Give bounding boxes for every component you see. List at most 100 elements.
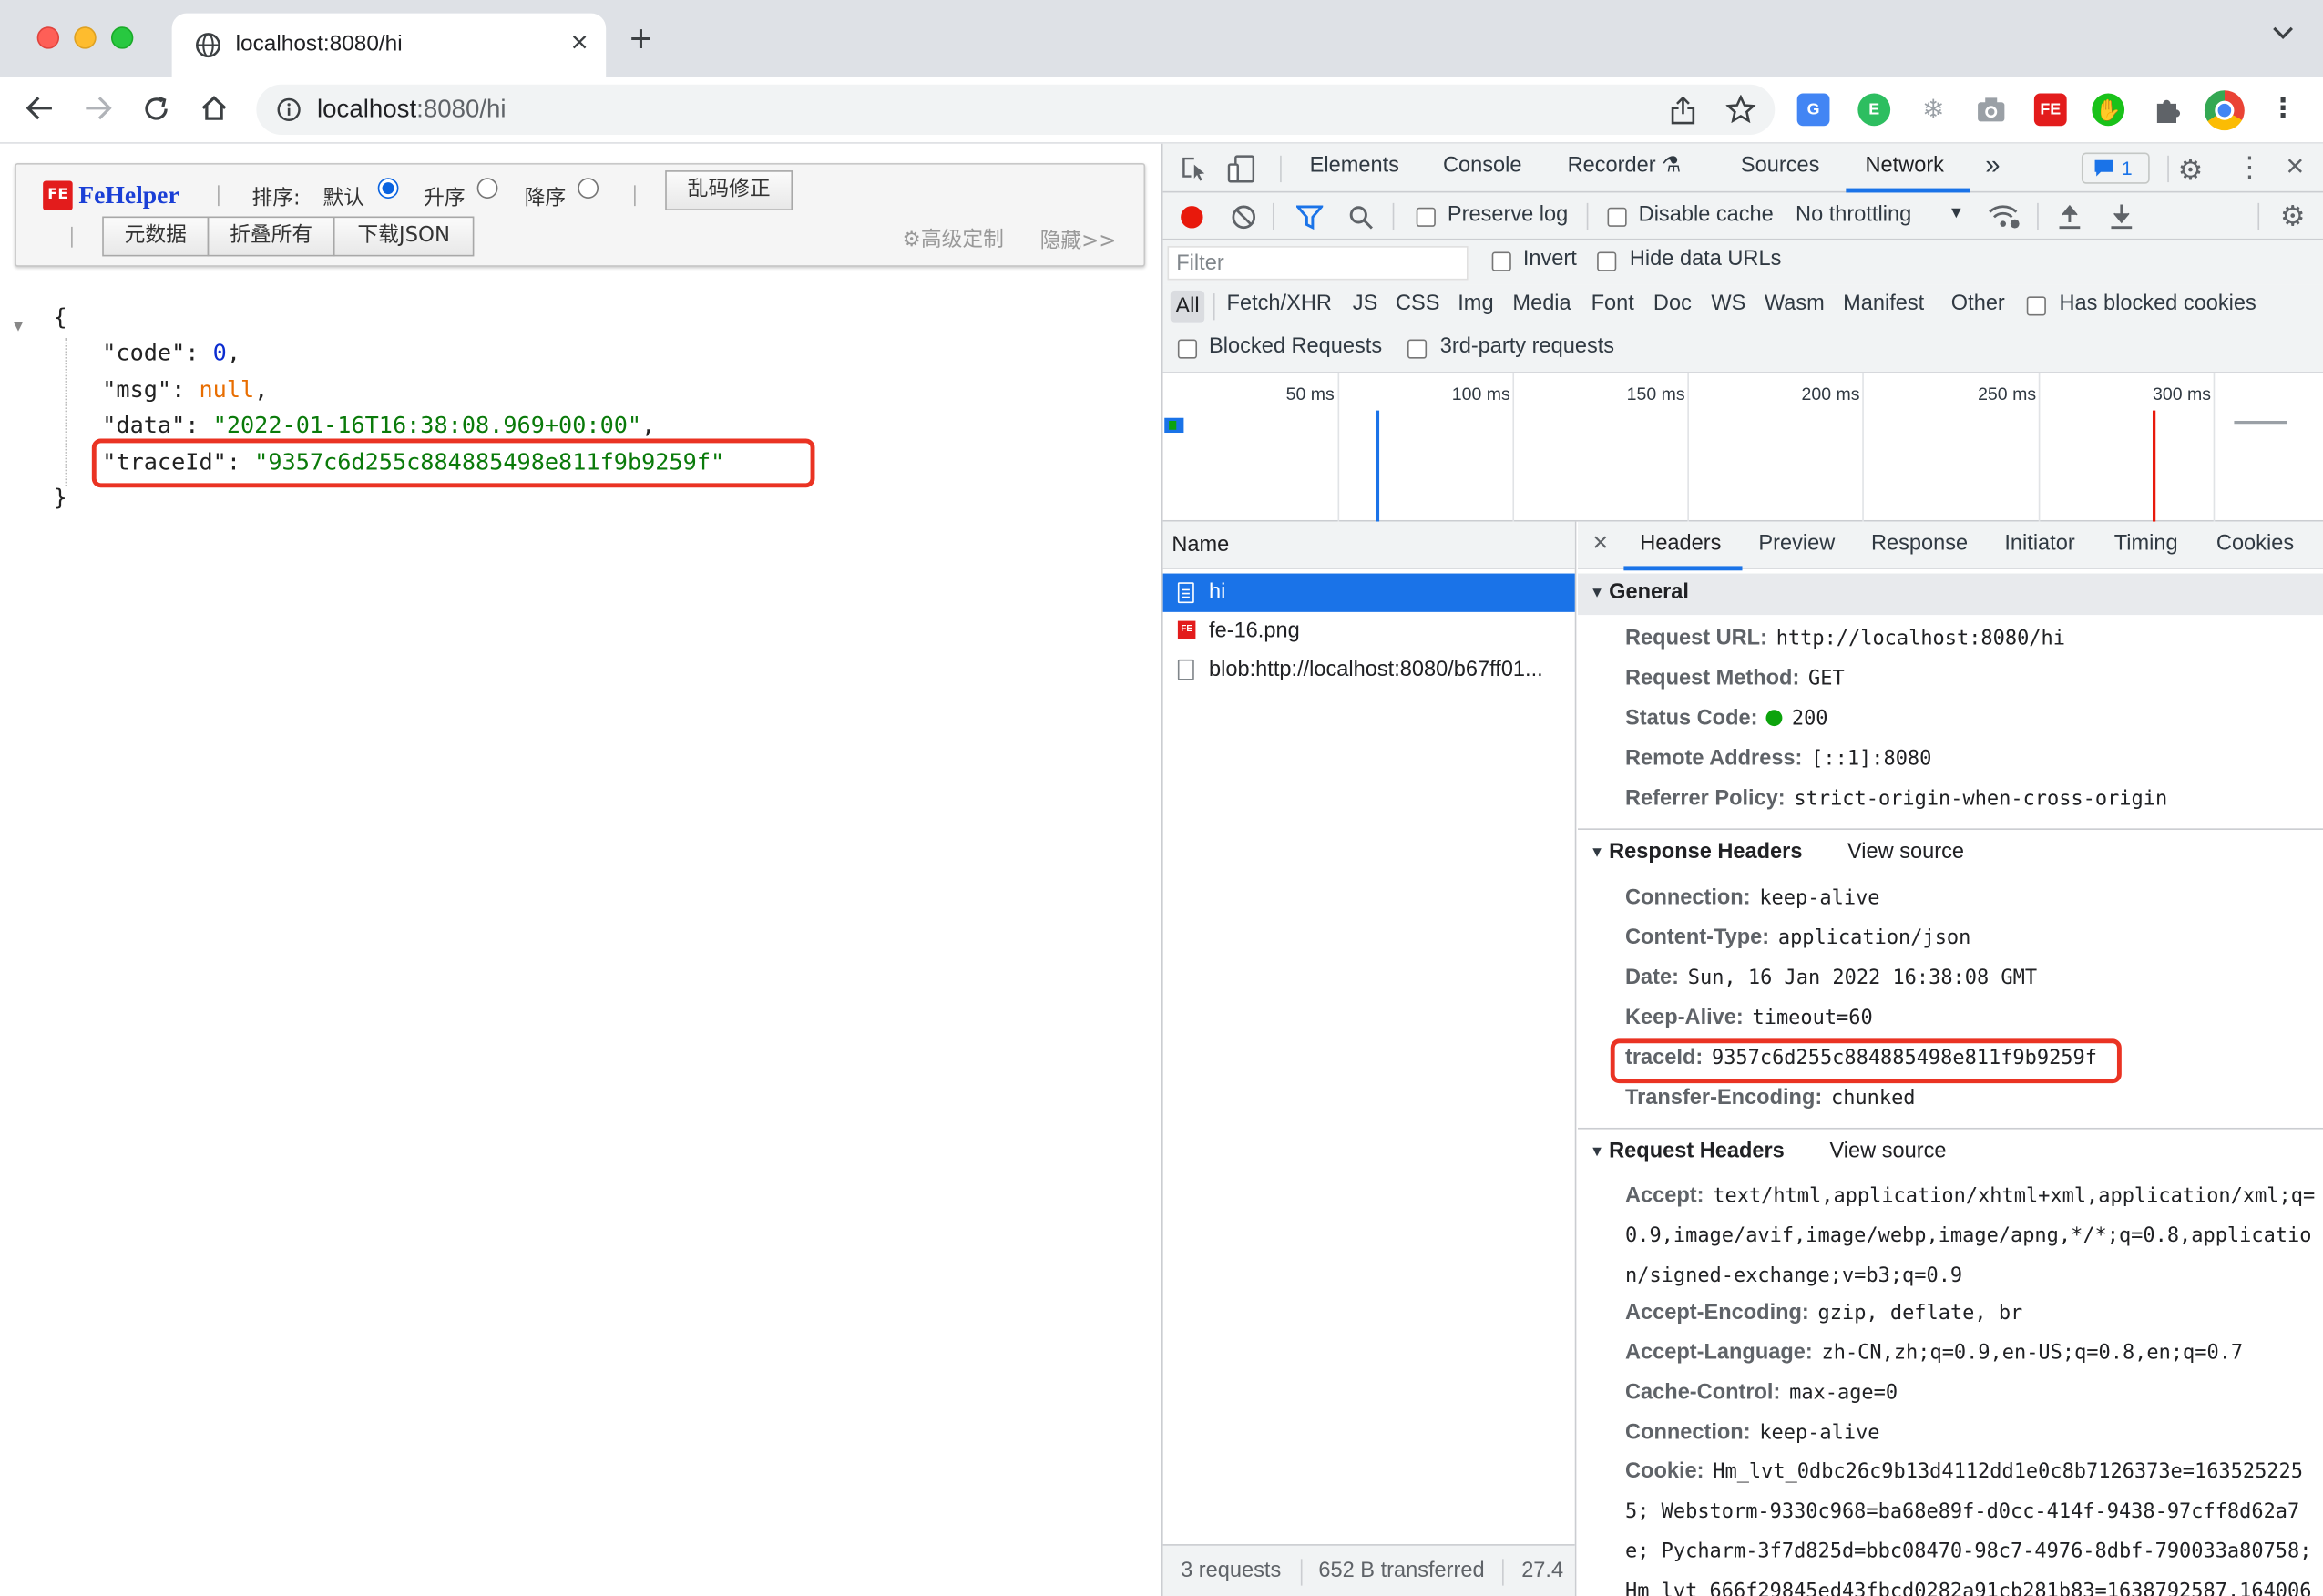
new-tab-icon[interactable]: +: [629, 19, 652, 57]
tab-console[interactable]: Console: [1443, 154, 1522, 178]
zoom-window-button[interactable]: [110, 26, 134, 49]
general-status-code: Status Code: 200: [1625, 706, 1828, 731]
type-filter-all[interactable]: All: [1170, 290, 1205, 323]
puzzle-icon[interactable]: [2151, 93, 2184, 126]
more-tabs-icon[interactable]: »: [1985, 149, 2000, 180]
fehelper-icon[interactable]: FE: [2033, 93, 2067, 127]
disable-cache-checkbox[interactable]: [1607, 207, 1627, 227]
type-filter-media[interactable]: Media: [1512, 292, 1571, 315]
info-icon[interactable]: [277, 97, 301, 121]
clear-icon[interactable]: [1231, 204, 1256, 230]
blocked-requests-checkbox[interactable]: [1177, 339, 1198, 359]
tab-recorder[interactable]: Recorder ⚗: [1568, 154, 1682, 178]
fix-encoding-button[interactable]: 乱码修正: [665, 170, 793, 210]
green-ext-icon[interactable]: ✋: [2092, 93, 2125, 127]
network-settings-gear-icon[interactable]: ⚙: [2280, 200, 2306, 234]
response-view-source-link[interactable]: View source: [1847, 840, 1964, 864]
tab-headers[interactable]: Headers: [1640, 532, 1721, 556]
response-headers-section-header[interactable]: ▼ Response Headers View source: [1578, 833, 2323, 875]
type-filter-font[interactable]: Font: [1591, 292, 1634, 315]
snowflake-icon[interactable]: ❄: [1917, 93, 1950, 127]
tab-initiator[interactable]: Initiator: [2004, 532, 2074, 556]
general-referrer-policy: Referrer Policy: strict-origin-when-cross…: [1625, 786, 2168, 811]
tab-timing[interactable]: Timing: [2114, 532, 2178, 556]
tab-elements[interactable]: Elements: [1310, 154, 1399, 178]
camera-icon[interactable]: [1975, 93, 2008, 126]
has-blocked-cookies-checkbox[interactable]: [2026, 296, 2046, 316]
forward-arrow-icon[interactable]: [85, 95, 113, 121]
share-icon[interactable]: [1671, 96, 1695, 125]
reload-icon[interactable]: [142, 95, 170, 123]
type-filter-wasm[interactable]: Wasm: [1765, 292, 1825, 315]
network-toolbar: Preserve log Disable cache No throttling…: [1162, 192, 2323, 240]
address-bar[interactable]: localhost:8080/hi: [256, 84, 1776, 136]
filter-input[interactable]: Filter: [1167, 246, 1469, 281]
general-section-header[interactable]: ▼ General: [1577, 573, 2323, 616]
download-json-button[interactable]: 下载JSON: [333, 216, 475, 257]
tab-title: localhost:8080/hi: [235, 31, 403, 56]
type-filter-ws[interactable]: WS: [1711, 292, 1745, 315]
request-view-source-link[interactable]: View source: [1829, 1140, 1946, 1163]
type-filter-css[interactable]: CSS: [1396, 292, 1440, 315]
timeline-tick-200: 200 ms: [1801, 384, 1860, 405]
throttling-select[interactable]: No throttling: [1796, 203, 1911, 227]
advanced-settings-link[interactable]: ⚙高级定制: [902, 224, 1004, 254]
tab-cookies[interactable]: Cookies: [2216, 532, 2294, 556]
minimize-window-button[interactable]: [74, 26, 97, 49]
third-party-checkbox[interactable]: [1407, 339, 1428, 359]
sort-default-radio[interactable]: [377, 178, 399, 199]
request-row-hi[interactable]: hi: [1162, 573, 1575, 612]
sort-asc-radio[interactable]: [476, 178, 498, 199]
home-icon[interactable]: [200, 95, 229, 121]
filter-funnel-icon[interactable]: [1295, 204, 1324, 230]
record-icon[interactable]: [1181, 206, 1203, 229]
request-row-blob[interactable]: blob:http://localhost:8080/b67ff01...: [1163, 650, 1575, 689]
network-conditions-icon[interactable]: [1988, 203, 2021, 230]
type-filter-img[interactable]: Img: [1458, 292, 1493, 315]
type-filter-doc[interactable]: Doc: [1653, 292, 1692, 315]
devtools-menu-icon[interactable]: ⋮: [2236, 151, 2264, 185]
import-har-icon[interactable]: [2058, 203, 2082, 230]
tab-preview[interactable]: Preview: [1758, 532, 1835, 556]
chrome-profile-icon[interactable]: [2204, 90, 2245, 131]
type-filter-fetch-xhr[interactable]: Fetch/XHR: [1227, 292, 1332, 315]
tab-response[interactable]: Response: [1871, 532, 1968, 556]
more-vert-icon[interactable]: ⋮: [2267, 93, 2299, 126]
type-filter-other[interactable]: Other: [1951, 292, 2005, 315]
inspect-element-icon[interactable]: [1181, 156, 1207, 182]
bookmark-star-icon[interactable]: [1725, 95, 1756, 124]
search-icon[interactable]: [1348, 204, 1374, 230]
collapse-triangle-icon[interactable]: ▼: [14, 308, 24, 344]
back-arrow-icon[interactable]: [26, 95, 54, 121]
tab-sources[interactable]: Sources: [1741, 154, 1820, 178]
export-har-icon[interactable]: [2110, 203, 2134, 230]
invert-label: Invert: [1522, 247, 1577, 271]
metadata-button[interactable]: 元数据: [102, 216, 210, 257]
hide-data-urls-checkbox[interactable]: [1597, 251, 1617, 271]
evernote-icon[interactable]: E: [1857, 93, 1891, 127]
type-filter-manifest[interactable]: Manifest: [1843, 292, 1924, 315]
settings-gear-icon[interactable]: ⚙: [2178, 154, 2204, 188]
request-detail-pane: × Headers Preview Response Initiator Tim…: [1577, 521, 2323, 1596]
close-detail-icon[interactable]: ×: [1592, 527, 1608, 558]
preserve-log-checkbox[interactable]: [1416, 207, 1436, 227]
chevron-down-icon[interactable]: [2273, 26, 2294, 40]
sort-desc-radio[interactable]: [578, 178, 599, 199]
issues-button[interactable]: 1: [2081, 152, 2150, 184]
tab-close-icon[interactable]: ×: [571, 26, 588, 60]
hide-toolbar-link[interactable]: 隐藏>>: [1040, 225, 1117, 255]
collapse-all-button[interactable]: 折叠所有: [207, 216, 335, 257]
tab-network[interactable]: Network: [1865, 154, 1943, 178]
device-toolbar-icon[interactable]: [1227, 154, 1257, 184]
translate-icon[interactable]: G: [1796, 93, 1830, 127]
name-column-header[interactable]: Name: [1162, 521, 1575, 569]
close-window-button[interactable]: [36, 26, 60, 49]
invert-checkbox[interactable]: [1491, 251, 1511, 271]
browser-tab[interactable]: localhost:8080/hi ×: [171, 13, 607, 77]
caret-down-icon[interactable]: ▼: [1949, 204, 1965, 222]
request-row-fe16[interactable]: FE fe-16.png: [1163, 612, 1575, 650]
request-headers-section-header[interactable]: ▼ Request Headers View source: [1578, 1132, 2323, 1174]
type-filter-js[interactable]: JS: [1353, 292, 1378, 315]
network-timeline-overview[interactable]: 50 ms 100 ms 150 ms 200 ms 250 ms 300 ms: [1162, 373, 2323, 522]
close-devtools-icon[interactable]: ×: [2286, 149, 2304, 185]
